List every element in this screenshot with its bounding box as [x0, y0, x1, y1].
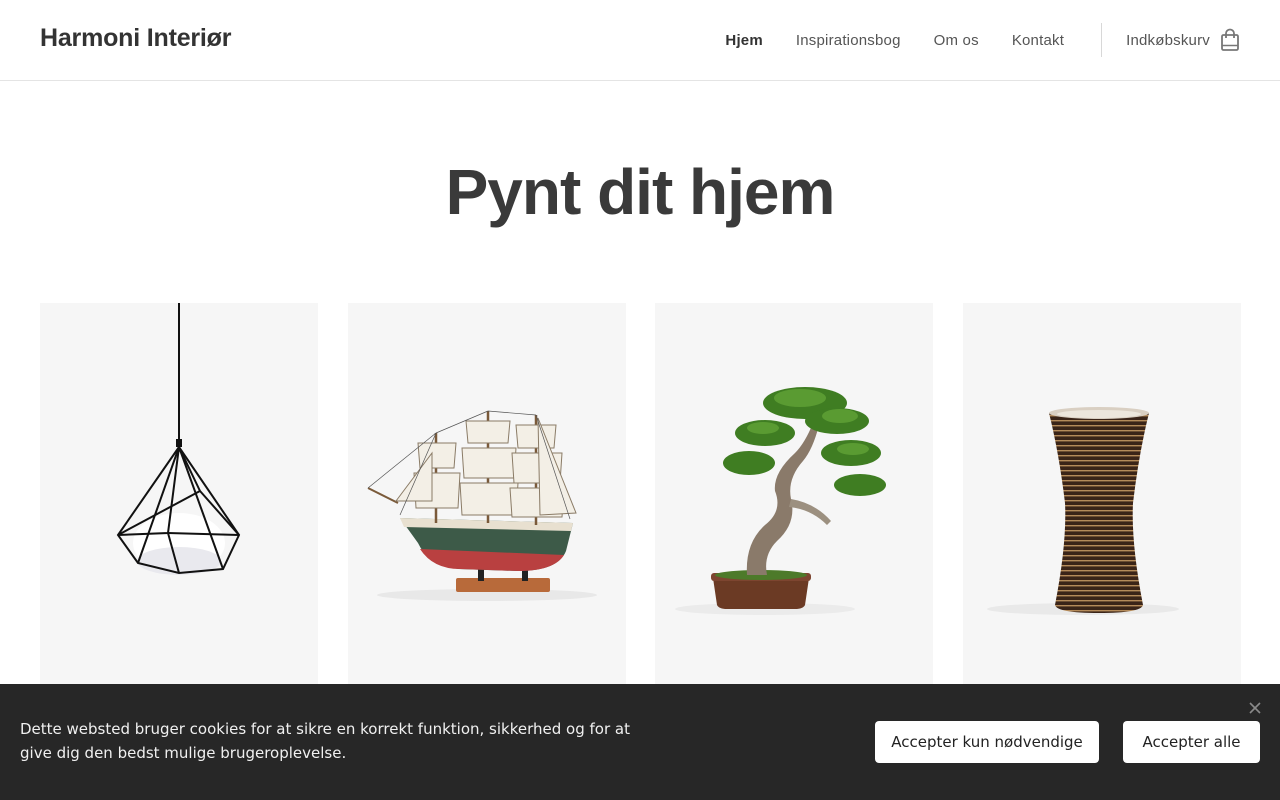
vase-image: [987, 407, 1179, 615]
nav-item-inspirationsbog[interactable]: Inspirationsbog: [796, 32, 901, 49]
product-card-ship-model[interactable]: [348, 303, 626, 703]
cookie-banner: Dette websted bruger cookies for at sikr…: [0, 684, 1280, 800]
bonsai-image: [675, 387, 886, 615]
pendant-lamp-image: [116, 303, 241, 575]
page-title: Pynt dit hjem: [445, 156, 836, 228]
product-card-bonsai[interactable]: [655, 303, 933, 703]
close-icon[interactable]: [1247, 700, 1263, 716]
site-logo[interactable]: Harmoni Interiør: [40, 24, 231, 53]
product-card-vase[interactable]: [963, 303, 1241, 703]
cookie-text: Dette websted bruger cookies for at sikr…: [20, 720, 630, 762]
main-nav: Hjem Inspirationsbog Om os Kontakt Indkø…: [725, 0, 1240, 80]
product-card-pendant-lamp[interactable]: [40, 303, 318, 703]
nav-divider: [1101, 23, 1103, 57]
cart-link[interactable]: Indkøbskurv: [1126, 28, 1240, 52]
ship-model-image: [367, 410, 597, 601]
product-grid: [40, 303, 1241, 703]
accept-all-button[interactable]: Accepter alle: [1123, 721, 1260, 763]
site-header: Harmoni Interiør Hjem Inspirationsbog Om…: [0, 0, 1280, 81]
cart-label: Indkøbskurv: [1126, 31, 1210, 49]
nav-item-kontakt[interactable]: Kontakt: [1012, 32, 1064, 49]
nav-item-om-os[interactable]: Om os: [934, 32, 979, 49]
nav-item-hjem[interactable]: Hjem: [725, 32, 762, 49]
accept-necessary-button[interactable]: Accepter kun nødvendige: [875, 721, 1099, 763]
shopping-bag-icon: [1220, 28, 1240, 52]
